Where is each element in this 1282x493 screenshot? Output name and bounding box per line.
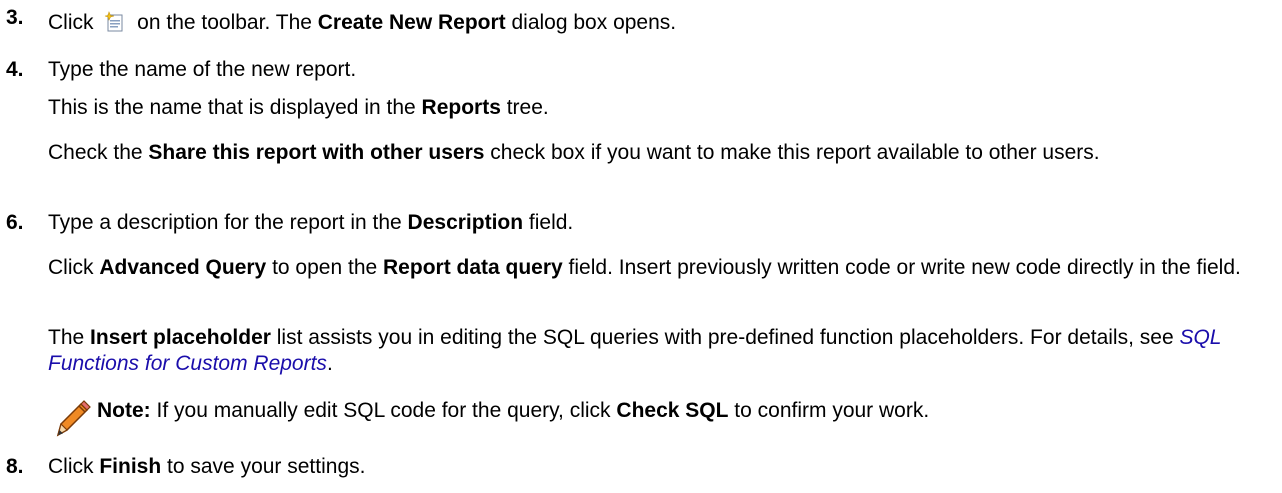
step-text: Check the bbox=[48, 141, 149, 164]
ui-term: Share this report with other users bbox=[148, 141, 485, 164]
step-text: to open the bbox=[266, 256, 384, 279]
step-number: 7. bbox=[6, 255, 48, 281]
note-text: If you manually edit SQL code for the qu… bbox=[150, 399, 617, 422]
step-3: 3. Click on the toolbar. The Create New R… bbox=[6, 6, 1262, 36]
note-label: Note: bbox=[97, 399, 151, 422]
detail-text: list assists you in editing the SQL quer… bbox=[270, 326, 1180, 349]
step-5: 5.Check the Share this report with other… bbox=[6, 140, 1262, 166]
step-7-detail: The Insert placeholder list assists you … bbox=[48, 325, 1262, 378]
step-text: Type the name of the new report. bbox=[48, 58, 357, 81]
step-number: 3. bbox=[6, 6, 24, 29]
new-report-icon bbox=[104, 11, 126, 33]
ui-term: Description bbox=[407, 211, 524, 234]
step-text: dialog box opens. bbox=[505, 11, 677, 34]
ui-term: Insert placeholder bbox=[90, 326, 271, 349]
ui-term: Create New Report bbox=[317, 11, 506, 34]
detail-text: . bbox=[326, 352, 333, 376]
step-text: field. Insert previously written code or… bbox=[562, 256, 1241, 279]
note: Note: If you manually edit SQL code for … bbox=[97, 398, 1262, 424]
step-8: 8. Click Finish to save your settings. bbox=[6, 454, 1262, 480]
ui-term: Reports bbox=[421, 96, 501, 119]
ui-term: Report data query bbox=[383, 256, 563, 279]
detail-text: The bbox=[48, 326, 91, 349]
step-number: 4. bbox=[6, 58, 24, 81]
step-text: Click bbox=[48, 11, 100, 34]
step-4-detail: This is the name that is displayed in th… bbox=[48, 95, 1262, 121]
step-text: Click bbox=[48, 256, 100, 279]
ui-term: Check SQL bbox=[616, 399, 729, 422]
step-text: to save your settings. bbox=[161, 455, 366, 478]
step-number: 8. bbox=[6, 455, 24, 478]
step-text: field. bbox=[523, 211, 574, 234]
step-6: 6. Type a description for the report in t… bbox=[6, 210, 1262, 236]
step-number: 6. bbox=[6, 211, 24, 234]
step-text: Type a description for the report in the bbox=[48, 211, 408, 234]
pencil-icon bbox=[50, 397, 92, 439]
step-4: 4. Type the name of the new report. bbox=[6, 57, 1262, 83]
detail-text: tree. bbox=[500, 96, 549, 119]
note-text: to confirm your work. bbox=[728, 399, 930, 422]
step-text: Click bbox=[48, 455, 100, 478]
step-7: 7.Click Advanced Query to open the Repor… bbox=[6, 255, 1262, 281]
ui-term: Advanced Query bbox=[99, 256, 267, 279]
document-page: 3. Click on the toolbar. The Create New R… bbox=[0, 0, 1282, 493]
detail-text: This is the name that is displayed in th… bbox=[48, 96, 422, 119]
step-number: 5. bbox=[6, 140, 48, 166]
step-text: on the toolbar. The bbox=[131, 11, 318, 34]
step-text: check box if you want to make this repor… bbox=[484, 141, 1100, 164]
ui-term: Finish bbox=[99, 455, 162, 478]
